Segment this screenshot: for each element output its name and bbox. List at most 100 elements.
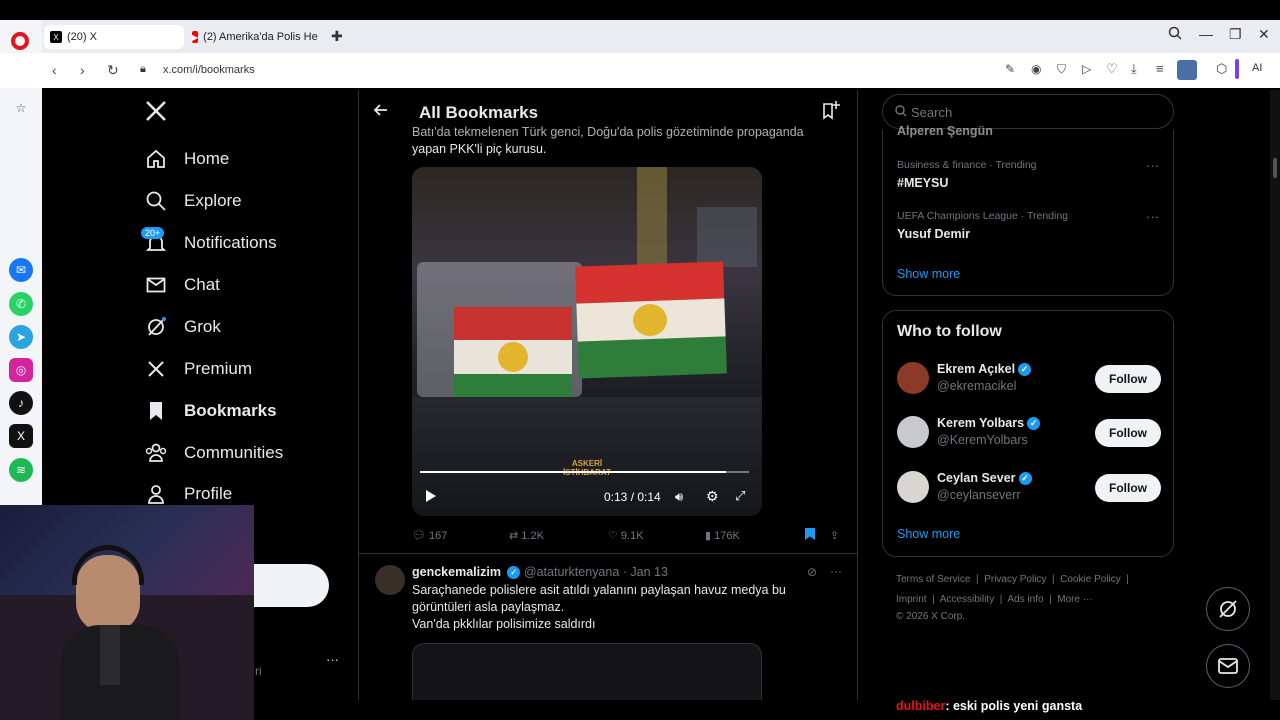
nav-chat[interactable]: Chat bbox=[144, 273, 220, 297]
follow-handle[interactable]: @ceylanseverr bbox=[937, 488, 1021, 502]
spotify-icon[interactable]: ≋ bbox=[9, 458, 33, 482]
camera-icon[interactable]: ◉ bbox=[1031, 62, 1041, 76]
follow-handle[interactable]: @KeremYolbars bbox=[937, 433, 1028, 447]
tiktok-icon[interactable]: ♪ bbox=[9, 391, 33, 415]
tab-youtube[interactable]: ▶ (2) Amerika'da Polis Her Ş bbox=[186, 25, 318, 49]
footer-link[interactable]: Privacy Policy bbox=[984, 574, 1046, 585]
opera-logo-icon[interactable] bbox=[11, 32, 29, 50]
follow-button[interactable]: Follow bbox=[1095, 365, 1161, 393]
share-icon[interactable]: ⇪ bbox=[830, 529, 839, 542]
like-button[interactable]: ♡ 9.1K bbox=[608, 529, 644, 542]
bookmark-active-icon[interactable] bbox=[804, 527, 816, 544]
trend-name[interactable]: #MEYSU bbox=[897, 176, 948, 190]
footer-link[interactable]: Imprint bbox=[896, 594, 927, 605]
shield-icon[interactable]: ⛉ bbox=[1057, 62, 1066, 77]
messages-fab-button[interactable] bbox=[1206, 644, 1250, 688]
retweet-button[interactable]: ⇄ 1.2K bbox=[509, 529, 544, 542]
footer-link[interactable]: More ··· bbox=[1057, 594, 1093, 605]
instagram-icon[interactable]: ◎ bbox=[9, 358, 33, 382]
ai-button[interactable]: AI bbox=[1252, 62, 1262, 74]
trend-more-icon[interactable]: ··· bbox=[1146, 209, 1159, 224]
avatar[interactable] bbox=[897, 416, 929, 448]
tweet-author-handle[interactable]: @ataturktenyana bbox=[524, 565, 619, 579]
new-tab-button[interactable]: ✚ bbox=[331, 28, 343, 45]
nav-home[interactable]: Home bbox=[144, 147, 229, 171]
views-button[interactable]: ▮ 176K bbox=[705, 529, 740, 542]
trend-name[interactable]: Alperen Şengün bbox=[897, 124, 993, 138]
footer-link[interactable]: Accessibility bbox=[940, 594, 994, 605]
telegram-icon[interactable]: ➤ bbox=[9, 325, 33, 349]
play-icon[interactable]: ▷ bbox=[1082, 62, 1091, 76]
profile-avatar[interactable] bbox=[1177, 60, 1197, 80]
cube-icon[interactable]: ⬡ bbox=[1216, 61, 1227, 77]
forward-icon[interactable]: › bbox=[80, 62, 85, 78]
trend-name[interactable]: Yusuf Demir bbox=[897, 227, 970, 241]
grok-icon[interactable]: ⊘ bbox=[807, 565, 817, 579]
page-scrollbar[interactable] bbox=[1270, 90, 1280, 700]
tweet-media-preview[interactable] bbox=[412, 643, 762, 700]
nav-profile[interactable]: Profile bbox=[144, 482, 232, 506]
follow-name[interactable]: Ekrem Açıkel ✓ bbox=[937, 362, 1032, 377]
download-icon[interactable]: ⤓ bbox=[1131, 61, 1137, 77]
bookmark-folder-icon[interactable] bbox=[821, 100, 841, 125]
back-arrow-icon[interactable] bbox=[373, 102, 389, 123]
reply-button[interactable]: 💬︎ 167 bbox=[412, 529, 447, 542]
nav-communities[interactable]: Communities bbox=[144, 441, 283, 465]
chat-username: dulbiber bbox=[896, 699, 946, 713]
tweet-text: Batı'da tekmelenen Türk genci, Doğu'da p… bbox=[412, 124, 832, 158]
star-icon[interactable]: ☆ bbox=[9, 96, 33, 120]
follow-button[interactable]: Follow bbox=[1095, 419, 1161, 447]
reload-icon[interactable]: ↻ bbox=[107, 62, 119, 79]
menu-icon[interactable]: ≡ bbox=[1156, 61, 1164, 76]
tab-x[interactable]: X (20) X bbox=[44, 25, 184, 49]
trend-more-icon[interactable]: ··· bbox=[1146, 158, 1159, 173]
footer-links-row: Terms of Service | Privacy Policy | Cook… bbox=[896, 574, 1129, 585]
avatar[interactable] bbox=[375, 565, 405, 595]
video-player[interactable]: ASKERİ İSTİHBARAT 0:13 / 0:14 🔊︎ ⚙ ⤢ bbox=[412, 167, 762, 516]
scrollbar-thumb[interactable] bbox=[1273, 158, 1277, 178]
back-icon[interactable]: ‹ bbox=[52, 62, 57, 78]
footer-link[interactable]: Ads info bbox=[1007, 594, 1043, 605]
minimize-button[interactable]: — bbox=[1199, 26, 1213, 42]
volume-icon[interactable]: 🔊︎ bbox=[675, 489, 683, 505]
nav-bookmarks[interactable]: Bookmarks bbox=[144, 399, 277, 423]
tweet-author-name[interactable]: genckemalizim bbox=[412, 565, 501, 579]
grok-fab-button[interactable] bbox=[1206, 587, 1250, 631]
tweet-date[interactable]: · Jan 13 bbox=[623, 565, 668, 579]
nav-notifications[interactable]: Notifications bbox=[144, 231, 277, 255]
account-more-button[interactable]: ··· bbox=[326, 652, 339, 667]
url-input[interactable]: x.com/i/bookmarks bbox=[163, 64, 255, 76]
show-more-link[interactable]: Show more bbox=[897, 267, 960, 281]
heart-icon[interactable]: ♡ bbox=[1106, 61, 1118, 77]
messenger-icon[interactable]: ✉ bbox=[9, 258, 33, 282]
close-window-button[interactable]: ✕ bbox=[1258, 26, 1270, 43]
follow-name[interactable]: Ceylan Sever ✓ bbox=[937, 471, 1032, 486]
edit-icon[interactable]: ✎ bbox=[1005, 62, 1015, 76]
x-logo-icon[interactable] bbox=[144, 99, 168, 128]
nav-premium[interactable]: Premium bbox=[144, 357, 252, 381]
nav-grok[interactable]: Grok bbox=[144, 315, 221, 339]
maximize-button[interactable]: ❐ bbox=[1229, 26, 1242, 43]
play-icon[interactable] bbox=[425, 489, 437, 508]
video-progress-track[interactable] bbox=[420, 471, 749, 473]
show-more-link[interactable]: Show more bbox=[897, 527, 960, 541]
x-sidebar-icon[interactable]: X bbox=[9, 424, 33, 448]
verified-badge-icon: ✓ bbox=[1018, 472, 1032, 486]
follow-name[interactable]: Kerem Yolbars ✓ bbox=[937, 416, 1041, 431]
video-progress-fill bbox=[420, 471, 726, 473]
footer-link[interactable]: Cookie Policy bbox=[1060, 574, 1121, 585]
follow-handle[interactable]: @ekremacikel bbox=[937, 379, 1016, 393]
footer-link[interactable]: Terms of Service bbox=[896, 574, 970, 585]
whatsapp-icon[interactable]: ✆ bbox=[9, 292, 33, 316]
follow-button[interactable]: Follow bbox=[1095, 474, 1161, 502]
microphone-shape bbox=[100, 625, 120, 685]
tweet-more-icon[interactable]: ··· bbox=[830, 564, 842, 578]
search-tabs-icon[interactable] bbox=[1168, 26, 1182, 43]
nav-explore[interactable]: Explore bbox=[144, 189, 242, 213]
settings-icon[interactable]: ⚙ bbox=[706, 488, 719, 505]
flag-left bbox=[454, 307, 572, 407]
fullscreen-icon[interactable]: ⤢ bbox=[735, 488, 745, 504]
youtube-favicon-icon: ▶ bbox=[192, 31, 199, 43]
avatar[interactable] bbox=[897, 362, 929, 394]
avatar[interactable] bbox=[897, 471, 929, 503]
